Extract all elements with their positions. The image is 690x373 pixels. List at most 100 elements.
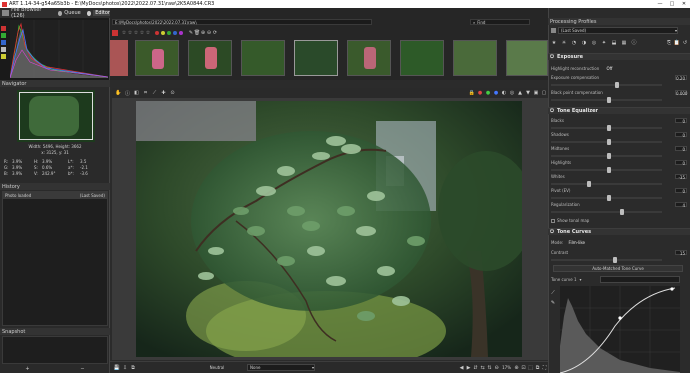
zoom-100-icon[interactable]: ⬚ — [527, 365, 534, 371]
auto-matched-curve-button[interactable]: Auto-Matched Tone Curve — [553, 265, 683, 272]
flip-v-icon[interactable]: ⇅ — [486, 365, 493, 371]
slider-knob[interactable] — [606, 139, 611, 145]
new-window-icon[interactable]: ⧉ — [534, 365, 541, 371]
tone-eq-band-value[interactable]: 0 — [675, 118, 687, 124]
info-icon[interactable]: ⓘ — [123, 90, 132, 97]
tone-eq-slider[interactable] — [551, 209, 662, 215]
tone-curves-header[interactable]: ⏻ Tone Curves — [548, 228, 690, 235]
before-after-icon[interactable]: ◧ — [132, 90, 141, 96]
background-color-icon[interactable]: ▣ — [532, 90, 540, 96]
spot-removal-icon[interactable]: ⊙ — [168, 90, 177, 96]
show-tonal-map-checkbox[interactable]: Show tonal map — [551, 218, 589, 223]
clipped-highlights-icon[interactable]: ▲ — [516, 90, 524, 96]
thumbnail[interactable] — [400, 40, 444, 76]
close-window-button[interactable]: ✕ — [678, 1, 690, 7]
preview-blue-icon[interactable]: ● — [492, 90, 500, 96]
raw-tab-icon[interactable]: ▦ — [619, 40, 629, 46]
tone-eq-slider[interactable] — [551, 139, 662, 145]
color-picker-icon[interactable]: ✚ — [159, 90, 168, 96]
thumbnail[interactable] — [135, 40, 179, 76]
chroma-icon[interactable] — [1, 54, 6, 59]
maximize-button[interactable]: □ — [666, 1, 678, 7]
exposure-tab-icon[interactable]: ☀ — [559, 40, 569, 46]
star-filter-icon-5[interactable]: ☆ — [145, 30, 151, 36]
tone-eq-band-value[interactable]: -35 — [675, 174, 687, 180]
slider-knob[interactable] — [606, 97, 611, 103]
slider-knob[interactable] — [606, 125, 611, 131]
thumbnail[interactable] — [453, 40, 497, 76]
tone-eq-slider[interactable] — [551, 195, 662, 201]
queue-add-icon[interactable]: ⇩ — [121, 365, 129, 371]
slider-knob[interactable] — [606, 167, 611, 173]
image-canvas[interactable] — [112, 98, 548, 360]
preview-red-icon[interactable]: ● — [476, 90, 484, 96]
zoom-in-icon[interactable]: ⊕ — [513, 365, 520, 371]
zoom-fit-icon[interactable]: ⊡ — [520, 365, 527, 371]
transform-tab-icon[interactable]: ⬓ — [609, 40, 619, 46]
mode-select[interactable]: Film-like — [569, 240, 585, 245]
red-channel-icon[interactable] — [1, 26, 6, 31]
tab-file-browser[interactable]: File Browser (126) — [11, 7, 52, 19]
tone-eq-band-value[interactable]: 0 — [675, 188, 687, 194]
tone-eq-band-value[interactable]: 0 — [675, 160, 687, 166]
tone-eq-slider[interactable] — [551, 153, 662, 159]
reset-icon[interactable]: ↺ — [681, 40, 689, 46]
focus-mask-icon[interactable]: ◎ — [508, 90, 516, 96]
power-icon[interactable]: ⏻ — [550, 54, 554, 60]
exposure-comp-slider[interactable] — [551, 82, 662, 88]
path-text[interactable]: E:\MyDocs\photos\2022\2022.07.31\raw\ — [115, 20, 197, 25]
navigator-viewport[interactable] — [19, 92, 93, 140]
clipped-shadows-icon[interactable]: ▼ — [524, 90, 532, 96]
hide-panel-icon[interactable]: ▢ — [540, 90, 548, 96]
curve-edit-icon[interactable]: ✎ — [549, 300, 557, 306]
effects-tab-icon[interactable]: ✦ — [599, 40, 609, 46]
curve-type-select[interactable] — [600, 276, 680, 283]
curve-point-icon[interactable]: ⟋ — [549, 290, 557, 296]
slider-knob[interactable] — [615, 82, 620, 88]
preview-green-icon[interactable]: ● — [484, 90, 492, 96]
paste-icon[interactable]: 📋 — [673, 40, 681, 46]
thumbnail[interactable] — [110, 40, 128, 76]
green-channel-icon[interactable] — [1, 33, 6, 38]
metadata-tab-icon[interactable]: ⓘ — [629, 39, 639, 46]
nav-prev-icon[interactable]: ◀ — [458, 365, 465, 371]
luminance-icon[interactable] — [1, 47, 6, 52]
minimize-button[interactable]: — — [654, 1, 666, 7]
tone-eq-band-value[interactable]: 4 — [675, 202, 687, 208]
hand-tool-icon[interactable]: ✋ — [114, 90, 123, 96]
remove-snapshot-button[interactable]: − — [55, 366, 110, 372]
exposure-header[interactable]: ⏻ Exposure — [548, 53, 690, 60]
contrast-value[interactable]: 15 — [675, 250, 687, 256]
tone-curve-select[interactable]: Tone curve 1 ▾ — [551, 277, 582, 282]
preview-lum-icon[interactable]: ◐ — [500, 90, 508, 96]
zoom-select[interactable]: None ▾ — [247, 364, 315, 371]
black-point-slider[interactable] — [551, 97, 662, 103]
nav-next-icon[interactable]: ▶ — [465, 365, 472, 371]
blue-channel-icon[interactable] — [1, 40, 6, 45]
thumbnail[interactable] — [241, 40, 285, 76]
tone-eq-slider[interactable] — [551, 181, 662, 187]
tone-eq-slider[interactable] — [551, 125, 662, 131]
slider-knob[interactable] — [606, 195, 611, 201]
zoom-out-icon[interactable]: ⊖ — [493, 365, 500, 371]
slider-knob[interactable] — [613, 257, 618, 263]
thumbnail[interactable] — [506, 40, 548, 76]
straighten-icon[interactable]: ⟋ — [150, 90, 159, 96]
purple-label-icon[interactable] — [179, 31, 183, 35]
slider-knob[interactable] — [619, 209, 624, 215]
tone-eq-band-value[interactable]: 0 — [675, 132, 687, 138]
power-icon[interactable]: ⏻ — [550, 108, 554, 114]
search-box[interactable]: ⌕ Find — [470, 19, 530, 25]
save-icon[interactable]: 💾 — [113, 365, 121, 371]
lock-icon[interactable]: 🔒 — [468, 90, 476, 96]
power-icon[interactable]: ⏻ — [550, 229, 554, 235]
contrast-slider[interactable] — [551, 257, 662, 263]
favorites-tab-icon[interactable]: ★ — [549, 40, 559, 46]
history-row[interactable]: Photo loaded (Last Saved) — [3, 192, 107, 199]
tone-curve-chart[interactable] — [560, 286, 680, 373]
black-point-value[interactable]: 0.000 — [675, 90, 687, 96]
red-label-icon[interactable] — [155, 31, 159, 35]
tone-eq-band-value[interactable]: 0 — [675, 146, 687, 152]
highlight-reconstruction-value[interactable]: Off — [607, 66, 613, 71]
tone-equalizer-header[interactable]: ⏻ Tone Equalizer — [548, 107, 690, 114]
